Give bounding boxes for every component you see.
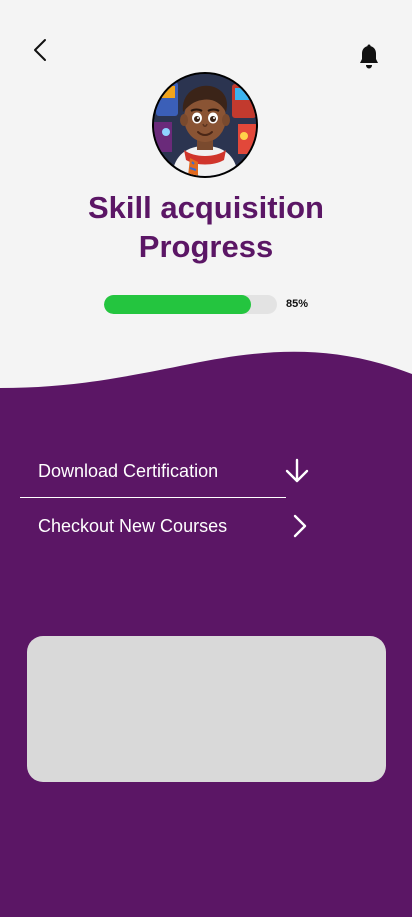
purple-wave-panel bbox=[0, 351, 412, 917]
download-certification-label: Download Certification bbox=[38, 461, 219, 481]
content-card bbox=[27, 636, 386, 782]
screen: Skill acquisition Progress 85% Download … bbox=[0, 0, 412, 917]
page-title: Skill acquisition Progress bbox=[0, 188, 412, 266]
page-title-line-1: Skill acquisition bbox=[88, 190, 324, 225]
page-title-line-2: Progress bbox=[138, 229, 274, 264]
avatar bbox=[152, 72, 258, 178]
checkout-new-courses-button[interactable]: Checkout New Courses bbox=[20, 514, 320, 564]
download-certification-button[interactable]: Download Certification bbox=[20, 458, 320, 509]
menu-divider bbox=[20, 497, 286, 498]
back-button[interactable] bbox=[26, 34, 54, 66]
progress-bar bbox=[104, 295, 277, 314]
arrow-down-icon bbox=[285, 458, 309, 483]
progress-percentage: 85% bbox=[286, 298, 309, 310]
notification-button[interactable] bbox=[355, 42, 383, 72]
progress-bar-fill bbox=[104, 295, 252, 314]
checkout-new-courses-label: Checkout New Courses bbox=[38, 516, 228, 536]
avatar-illustration bbox=[154, 74, 256, 176]
bell-icon bbox=[360, 44, 378, 69]
chevron-left-icon bbox=[34, 39, 46, 61]
chevron-right-icon bbox=[293, 514, 307, 538]
